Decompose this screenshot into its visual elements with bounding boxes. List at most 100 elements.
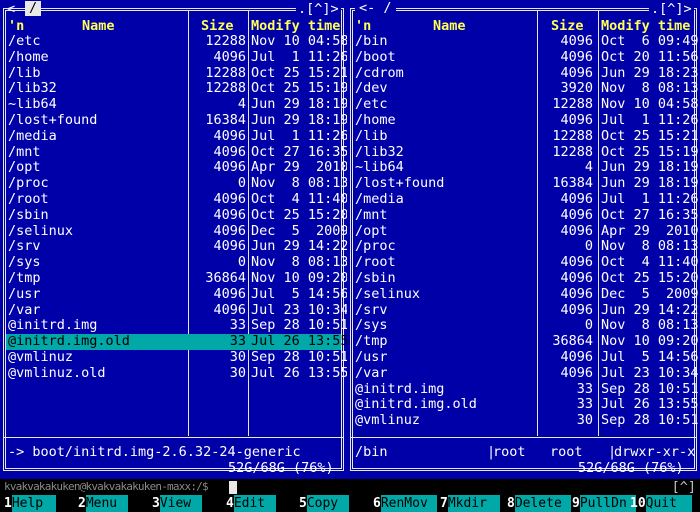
file-modify-time: Oct 25 15:21 [251,64,349,81]
fkey-quit[interactable]: 10Quit [630,495,692,512]
fkey-delete[interactable]: 8Delete [507,495,571,512]
file-row[interactable]: /lib 12288 Oct 25 15:21 [6,64,349,82]
file-name: /lib [8,64,41,81]
file-row[interactable]: @initrd.img 33 Sep 28 10:51 [6,317,349,334]
left-header-time[interactable]: Modify time [251,18,340,34]
file-name: /proc [8,175,49,192]
file-name: /media [355,190,404,207]
file-row[interactable]: /cdrom 4096 Jun 29 18:23 [353,65,699,82]
left-panel[interactable]: < / .[^]> 'n Name Size Modify time /etc 1… [0,0,349,480]
file-size: 4 [237,96,246,113]
right-header-size[interactable]: Size [551,18,584,34]
file-row[interactable]: /sbin 4096 Oct 25 15:20 [353,270,699,287]
left-status-divider [3,437,344,438]
file-row[interactable]: @vmlinuz 30 Sep 28 10:51 [6,349,349,366]
file-row[interactable]: /lost+found 16384 Jun 29 18:19 [353,175,699,192]
file-row[interactable]: /mnt 4096 Oct 27 16:35 [6,143,349,161]
file-row[interactable]: /lib 12288 Oct 25 15:21 [353,128,699,145]
file-row[interactable]: /sbin 4096 Oct 25 15:20 [6,207,349,224]
file-row[interactable]: /lib32 12288 Oct 25 15:19 [353,144,699,161]
left-header-sort-indicator[interactable]: 'n [8,18,24,34]
file-row[interactable]: /etc 12288 Nov 10 04:58 [6,33,349,50]
file-row[interactable]: /lib32 12288 Oct 25 15:19 [6,81,349,97]
file-row[interactable]: @initrd.img 33 Sep 28 10:51 [353,381,699,398]
file-row[interactable]: /boot 4096 Oct 20 11:56 [353,49,699,66]
file-row[interactable]: /srv 4096 Jun 29 14:22 [6,239,349,255]
left-panel-title[interactable]: / [25,1,42,16]
file-name: /tmp [8,269,41,286]
file-row[interactable]: /selinux 4096 Dec 5 2009 [6,223,349,240]
right-header-sort-indicator[interactable]: 'n [355,18,371,34]
fkey-edit[interactable]: 4Edit [226,495,276,512]
fkey-pulldn[interactable]: 9PullDn [572,495,636,512]
file-name: /lost+found [8,111,98,128]
fkey-copy[interactable]: 5Copy [299,495,349,512]
left-panel-history-button[interactable]: .[^]> [296,0,341,18]
file-row[interactable]: /opt 4096 Apr 29 2010 [353,222,699,240]
file-row[interactable]: /home 4096 Jul 1 11:26 [6,48,349,66]
file-row[interactable]: /var 4096 Jul 23 10:34 [6,302,349,319]
file-modify-time: Oct 27 16:35 [251,143,349,160]
left-file-list: /etc 12288 Nov 10 04:58/home 4096 Jul 1 11:2… [6,33,349,382]
file-row[interactable]: /mnt 4096 Oct 27 16:35 [353,206,699,224]
file-size: 4096 [560,222,593,239]
file-modify-time: Jul 1 11:26 [601,190,699,207]
file-modify-time: Sep 28 10:51 [251,348,349,365]
file-row[interactable]: /media 4096 Jul 1 11:26 [6,127,349,145]
file-name: /mnt [355,206,388,223]
file-row[interactable]: /var 4096 Jul 23 10:34 [353,365,699,382]
file-modify-time: Oct 4 11:40 [251,190,349,207]
left-header-name[interactable]: Name [82,18,115,34]
file-row[interactable]: /media 4096 Jul 1 11:26 [353,190,699,208]
file-name: @initrd.img [8,317,98,334]
file-row[interactable]: /proc 0 Nov 8 08:13 [353,239,699,255]
file-row[interactable]: /sys 0 Nov 8 08:13 [353,318,699,334]
right-panel-history-button[interactable]: .[^]> [649,0,694,18]
file-row[interactable]: @vmlinuz.old 30 Jul 26 13:55 [6,364,349,382]
file-row[interactable]: /tmp 36864 Nov 10 09:20 [353,333,699,350]
file-row[interactable]: /usr 4096 Jul 5 14:56 [353,349,699,366]
file-row[interactable]: /sys 0 Nov 8 08:13 [6,254,349,271]
file-modify-time: Oct 25 15:21 [601,127,699,144]
file-row[interactable]: /usr 4096 Jul 5 14:56 [6,286,349,303]
fkey-menu[interactable]: 2Menu [78,495,128,512]
file-row[interactable]: /opt 4096 Apr 29 2010 [6,160,349,176]
file-row[interactable]: /bin 4096 Oct 6 09:49 [353,33,699,50]
fkey-view[interactable]: 3View [152,495,202,512]
fkey-renmov[interactable]: 6RenMov [373,495,437,512]
file-row[interactable]: /home 4096 Jul 1 11:26 [353,112,699,129]
file-row[interactable]: /etc 12288 Nov 10 04:58 [353,96,699,113]
file-name: @vmlinuz.old [8,364,106,381]
file-size: 4096 [560,254,593,271]
file-size: 36864 [552,333,593,350]
file-name: /media [8,127,57,144]
right-panel-title[interactable]: <- / [355,1,396,16]
file-row[interactable]: @initrd.img.old 33 Jul 26 13:55 [353,397,699,413]
file-row[interactable]: ~lib64 4 Jun 29 18:19 [6,96,349,113]
file-size: 4096 [213,48,246,65]
file-row[interactable]: ~lib64 4 Jun 29 18:19 [353,160,699,176]
right-header-time[interactable]: Modify time [601,18,690,34]
fkey-help[interactable]: 1Help [4,495,56,512]
command-history-button[interactable]: [^] [672,479,696,495]
file-modify-time: Jun 29 14:22 [251,238,349,255]
file-size: 4096 [213,143,246,160]
file-row[interactable]: /root 4096 Oct 4 11:40 [353,254,699,271]
file-row[interactable]: /tmp 36864 Nov 10 09:20 [6,269,349,287]
file-row[interactable]: /dev 3920 Nov 8 08:13 [353,81,699,97]
fkey-label: View [159,495,202,512]
left-header-size[interactable]: Size [201,18,234,34]
right-header-name[interactable]: Name [433,18,466,34]
file-row[interactable]: /lost+found 16384 Jun 29 18:19 [6,111,349,129]
file-name: @vmlinuz [355,412,421,429]
file-row[interactable]: @vmlinuz 30 Sep 28 10:51 [353,412,699,429]
file-row-selected[interactable]: @initrd.img.old 33 Jul 26 13:55 [6,333,349,350]
fkey-number: 7 [440,496,448,511]
file-row[interactable]: /proc 0 Nov 8 08:13 [6,175,349,192]
fkey-mkdir[interactable]: 7Mkdir [440,495,500,512]
right-panel[interactable]: <- / .[^]> 'n Name Size Modify time /bin… [347,0,700,480]
file-row[interactable]: /srv 4096 Jun 29 14:22 [353,302,699,319]
file-row[interactable]: /selinux 4096 Dec 5 2009 [353,286,699,303]
file-row[interactable]: /root 4096 Oct 4 11:40 [6,191,349,208]
command-line[interactable]: kvakvakakuken@kvakvakakuken-maxx:/$ [^] [0,479,700,495]
